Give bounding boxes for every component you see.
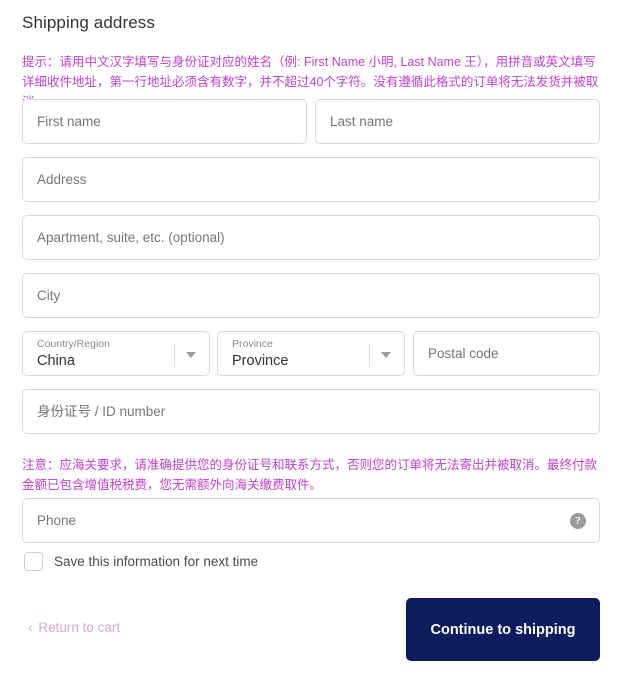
province-select[interactable]: Province Province	[217, 331, 405, 376]
country-region-label: Country/Region	[37, 338, 110, 350]
first-name-field[interactable]	[22, 99, 307, 144]
save-information-checkbox[interactable]	[24, 552, 43, 571]
first-name-input[interactable]	[23, 100, 306, 143]
help-icon[interactable]: ?	[570, 512, 586, 529]
country-region-value: China	[37, 353, 75, 369]
divider	[369, 343, 370, 366]
apartment-input[interactable]	[23, 216, 599, 259]
chevron-down-icon[interactable]	[381, 351, 391, 358]
province-value: Province	[232, 353, 289, 369]
phone-field[interactable]: ?	[22, 498, 600, 543]
customs-notice-text: 注意：应海关要求，请准确提供您的身份证号和联系方式，否则您的订单将无法寄出并被取…	[22, 457, 598, 492]
return-to-cart-link[interactable]: ‹ Return to cart	[28, 620, 120, 635]
page-title: Shipping address	[22, 13, 155, 33]
save-information-label: Save this information for next time	[54, 554, 259, 569]
province-label: Province	[232, 338, 273, 350]
postal-code-field[interactable]	[413, 331, 600, 376]
city-input[interactable]	[23, 274, 599, 317]
checkout-shipping-address-page: Shipping address 提示：请用中文汉字填写与身份证对应的姓名（例:…	[0, 0, 632, 675]
postal-code-input[interactable]	[414, 332, 599, 375]
id-number-field[interactable]	[22, 389, 600, 434]
continue-to-shipping-button[interactable]: Continue to shipping	[406, 598, 600, 661]
divider	[174, 343, 175, 366]
address-field[interactable]	[22, 157, 600, 202]
last-name-field[interactable]	[315, 99, 600, 144]
id-number-input[interactable]	[23, 390, 599, 433]
phone-input[interactable]	[23, 499, 599, 542]
chevron-down-icon[interactable]	[186, 351, 196, 358]
save-information-row[interactable]: Save this information for next time	[24, 552, 258, 571]
apartment-field[interactable]	[22, 215, 600, 260]
address-input[interactable]	[23, 158, 599, 201]
last-name-input[interactable]	[316, 100, 599, 143]
city-field[interactable]	[22, 273, 600, 318]
country-region-select[interactable]: Country/Region China	[22, 331, 210, 376]
chevron-left-icon: ‹	[28, 620, 33, 635]
return-to-cart-label: Return to cart	[38, 620, 121, 635]
